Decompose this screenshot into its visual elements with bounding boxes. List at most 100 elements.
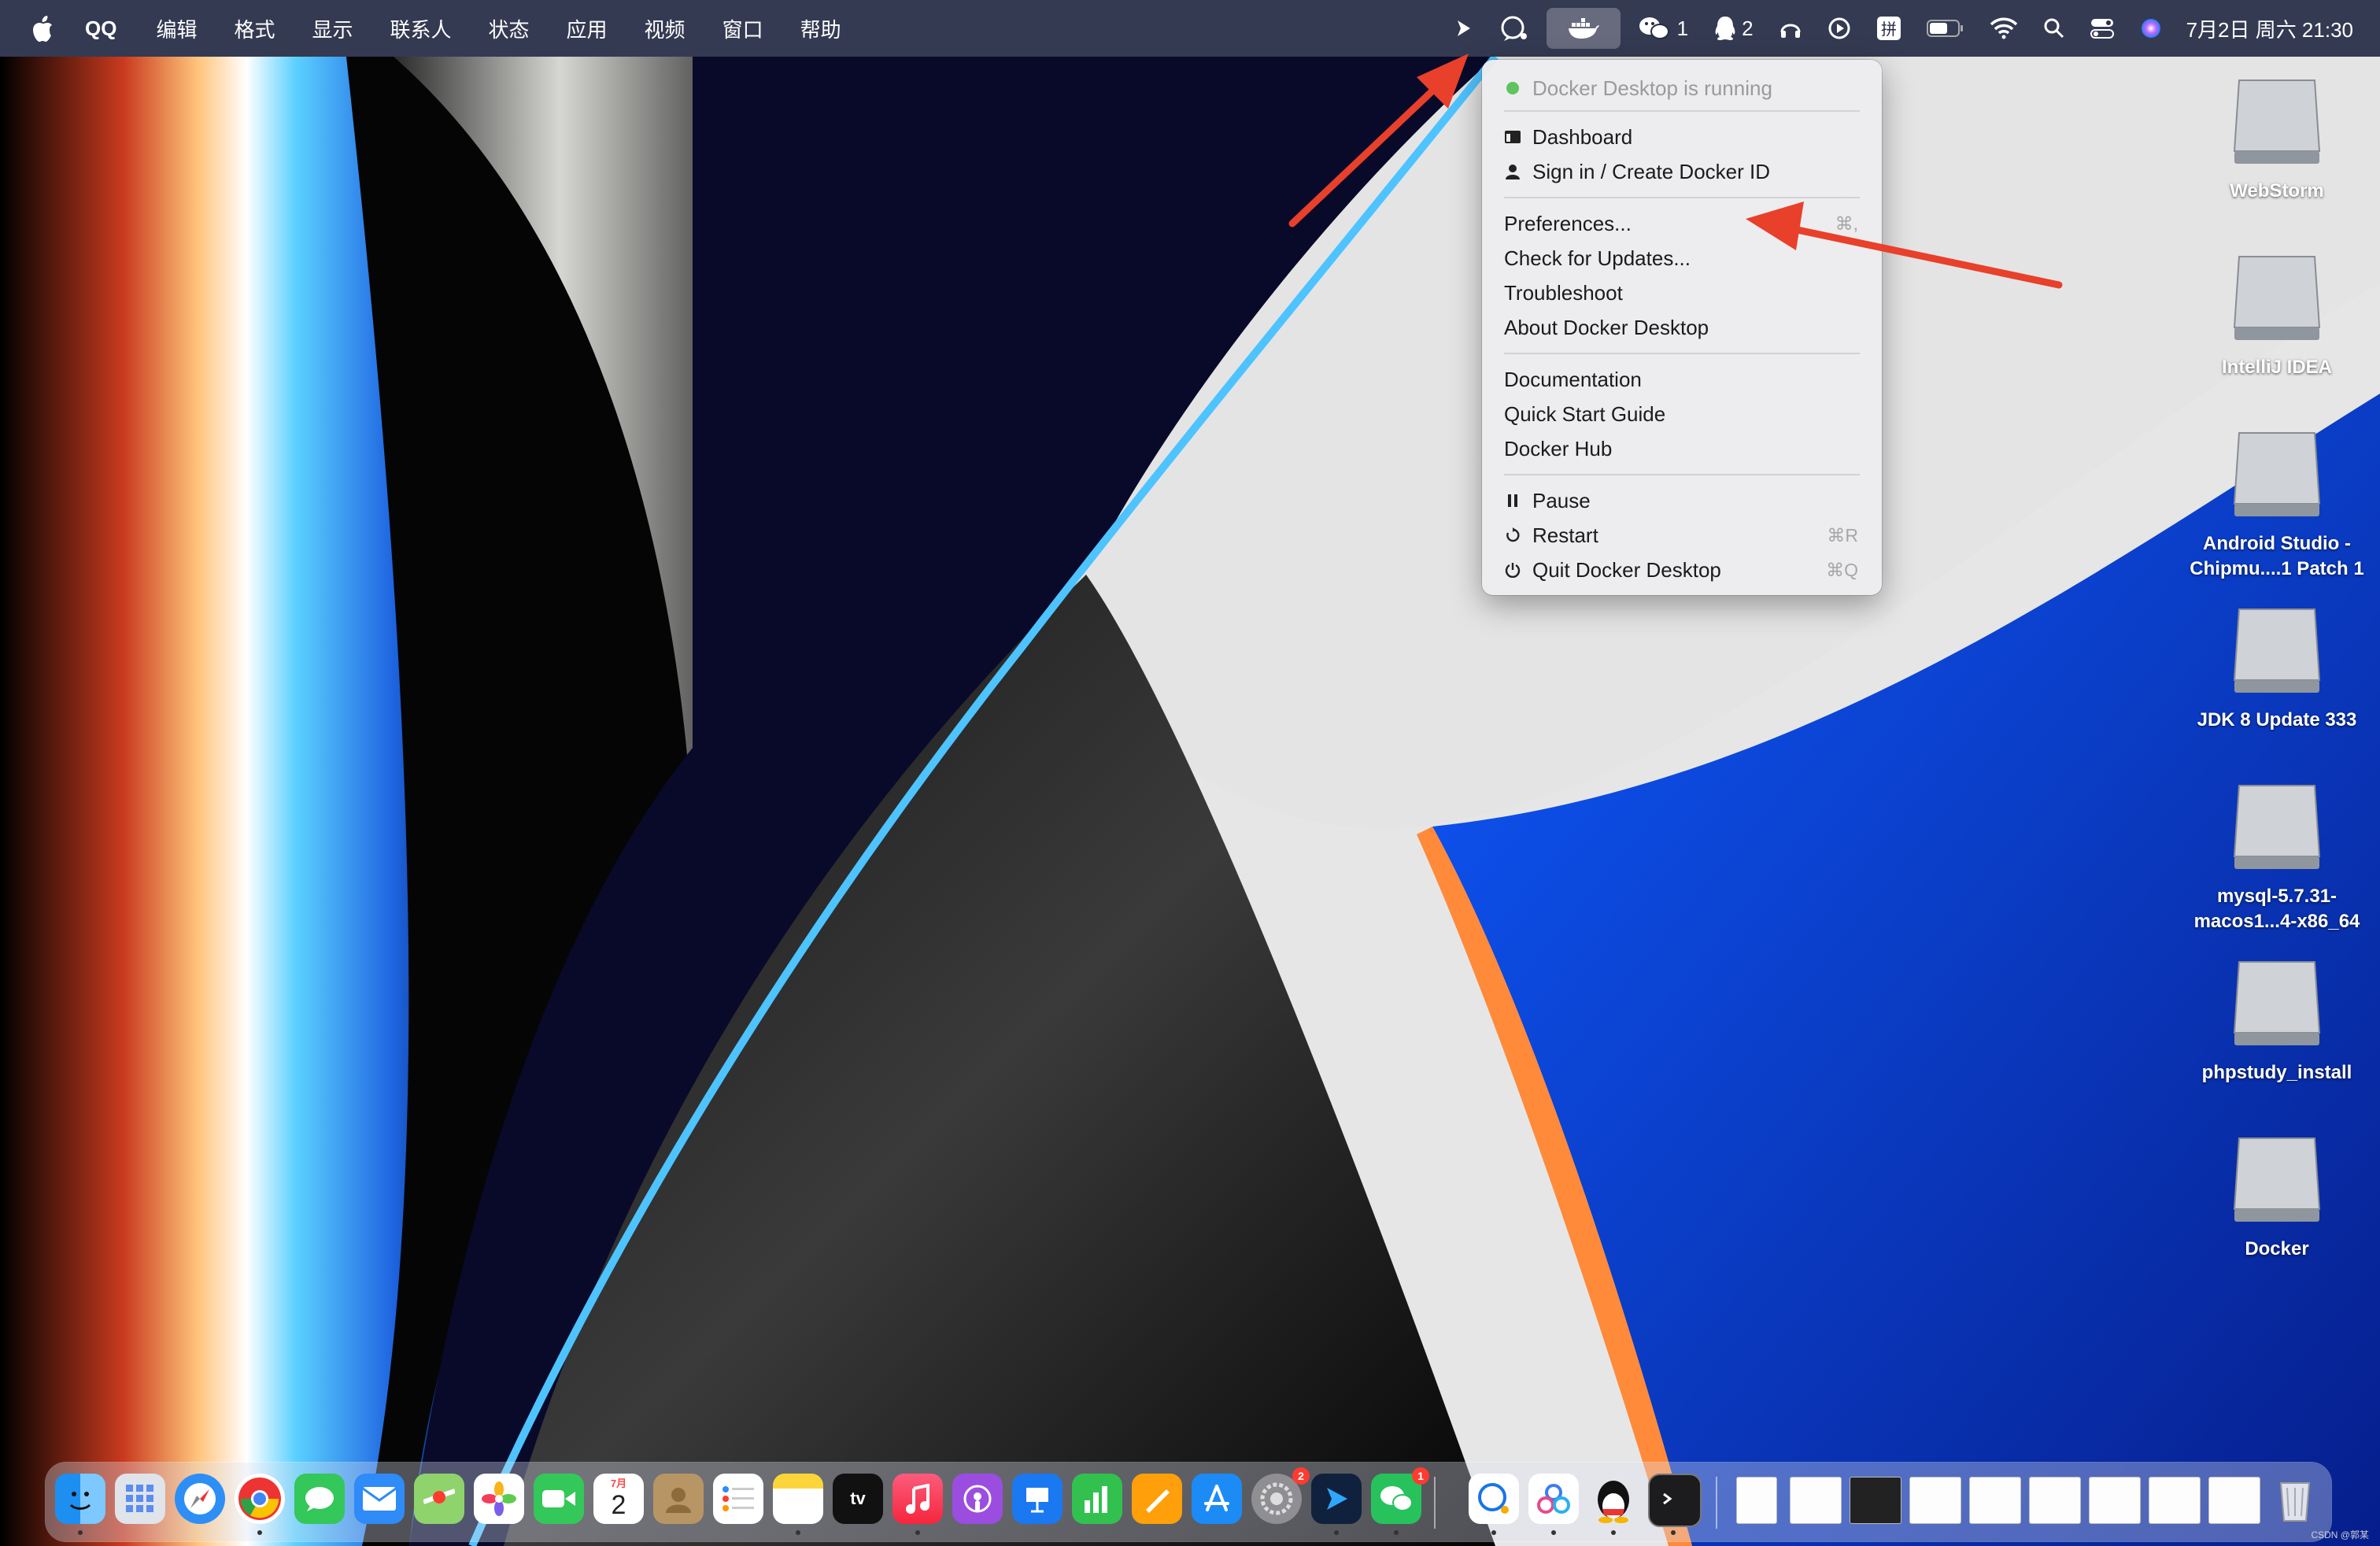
terminal-icon[interactable]	[1648, 1474, 1702, 1527]
window-thumbnail[interactable]	[1969, 1477, 2021, 1524]
window-thumbnail[interactable]	[2089, 1477, 2141, 1524]
play-circle-icon[interactable]	[1815, 0, 1864, 57]
menu-app-name[interactable]: QQ	[85, 17, 116, 41]
window-thumbnail[interactable]	[2149, 1477, 2201, 1524]
desktop-icon-label: Android Studio - Chipmu....1 Patch 1	[2190, 533, 2364, 579]
trash-icon[interactable]	[2270, 1474, 2320, 1524]
desktop-icon-intellij[interactable]: IntelliJ IDEA	[2186, 250, 2367, 380]
menu-item-check-updates[interactable]: Check for Updates...	[1482, 241, 1882, 276]
menu-window[interactable]: 窗口	[722, 14, 763, 43]
menu-item-restart[interactable]: Restart ⌘R	[1482, 518, 1882, 553]
cloud-app-icon[interactable]	[1528, 1474, 1579, 1524]
facetime-icon[interactable]	[534, 1474, 584, 1524]
menu-item-documentation[interactable]: Documentation	[1482, 362, 1882, 397]
dashboard-label: Dashboard	[1532, 124, 1633, 149]
app-store-icon[interactable]	[1192, 1474, 1242, 1524]
prompt-arrow-icon[interactable]	[1441, 0, 1487, 57]
wifi-icon[interactable]	[1977, 0, 2031, 57]
pages-icon[interactable]	[1132, 1474, 1182, 1524]
window-thumbnail[interactable]	[1909, 1477, 1961, 1524]
about-label: About Docker Desktop	[1504, 315, 1709, 339]
desktop-icon-mysql[interactable]: mysql-5.7.31-macos1...4-x86_64	[2186, 779, 2367, 934]
menu-item-quick-start[interactable]: Quick Start Guide	[1482, 397, 1882, 431]
xcode-prompt-icon[interactable]	[1311, 1474, 1362, 1524]
apple-tv-icon[interactable]: tv	[833, 1474, 883, 1524]
keynote-icon[interactable]	[1012, 1474, 1062, 1524]
battery-icon[interactable]	[1914, 0, 1977, 57]
running-indicator	[1551, 1530, 1556, 1535]
wechat-icon	[1639, 17, 1669, 39]
apple-icon[interactable]	[24, 9, 61, 47]
desktop-icon-label: JDK 8 Update 333	[2197, 709, 2357, 730]
control-center-icon[interactable]	[2078, 0, 2127, 57]
running-indicator	[1394, 1530, 1399, 1535]
menu-edit[interactable]: 编辑	[156, 14, 197, 43]
search-icon[interactable]	[2031, 0, 2078, 57]
menu-item-about[interactable]: About Docker Desktop	[1482, 310, 1882, 345]
menu-item-dashboard[interactable]: Dashboard	[1482, 120, 1882, 154]
menu-status[interactable]: 状态	[489, 14, 530, 43]
archive-file-thumbnail[interactable]	[1736, 1477, 1777, 1524]
menu-view[interactable]: 显示	[312, 14, 353, 43]
chrome-icon[interactable]	[235, 1474, 285, 1524]
qq-status-item[interactable]: 2	[1701, 0, 1765, 57]
menu-item-preferences[interactable]: Preferences... ⌘,	[1482, 206, 1882, 241]
menu-help[interactable]: 帮助	[800, 14, 841, 43]
pause-icon	[1504, 492, 1521, 509]
watermark: CSDN @郭某	[2311, 1529, 2369, 1540]
docker-menu: Docker Desktop is running Dashboard Sign…	[1482, 60, 1882, 595]
wechat-count: 1	[1676, 16, 1689, 40]
finder-icon[interactable]	[55, 1474, 105, 1524]
docker-status-row: Docker Desktop is running	[1482, 71, 1882, 105]
window-thumbnail[interactable]	[2208, 1477, 2260, 1524]
menu-item-sign-in[interactable]: Sign in / Create Docker ID	[1482, 154, 1882, 189]
desktop-icon-phpstudy[interactable]: phpstudy_install	[2186, 956, 2367, 1086]
menu-item-docker-hub[interactable]: Docker Hub	[1482, 431, 1882, 466]
preferences-label: Preferences...	[1504, 211, 1632, 235]
check-updates-label: Check for Updates...	[1504, 246, 1691, 270]
disk-image-icon	[2233, 80, 2321, 164]
headphones-icon[interactable]	[1766, 0, 1815, 57]
notes-icon[interactable]	[773, 1474, 823, 1524]
safari-icon[interactable]	[175, 1474, 225, 1524]
siri-icon[interactable]	[2127, 0, 2175, 57]
restart-shortcut: ⌘R	[1827, 524, 1858, 546]
menu-item-troubleshoot[interactable]: Troubleshoot	[1482, 276, 1882, 310]
menu-video[interactable]: 视频	[645, 14, 686, 43]
mail-icon[interactable]	[354, 1474, 405, 1524]
desktop-icon-jdk[interactable]: JDK 8 Update 333	[2186, 603, 2367, 733]
photos-icon[interactable]	[474, 1474, 524, 1524]
calendar-icon[interactable]: 7月 2	[593, 1474, 644, 1524]
running-indicator	[1611, 1530, 1616, 1535]
menu-apps[interactable]: 应用	[567, 14, 608, 43]
menu-contacts[interactable]: 联系人	[390, 14, 452, 43]
numbers-icon[interactable]	[1072, 1474, 1122, 1524]
music-icon[interactable]	[893, 1474, 943, 1524]
desktop-icon-android-studio[interactable]: Android Studio - Chipmu....1 Patch 1	[2186, 427, 2367, 582]
notification-badge: 1	[1412, 1467, 1429, 1485]
window-thumbnail[interactable]	[1850, 1477, 1901, 1524]
docker-whale-icon[interactable]	[1546, 8, 1621, 49]
menu-item-quit[interactable]: Quit Docker Desktop ⌘Q	[1482, 553, 1882, 587]
maps-icon[interactable]	[414, 1474, 464, 1524]
qq-dock-icon[interactable]	[1588, 1474, 1639, 1524]
menubar-clock[interactable]: 7月2日 周六 21:30	[2175, 14, 2380, 43]
window-thumbnail[interactable]	[1790, 1477, 1842, 1524]
menu-divider	[1504, 353, 1860, 354]
chat-app-icon[interactable]	[1469, 1474, 1519, 1524]
menu-format[interactable]: 格式	[234, 14, 275, 43]
desktop-icon-docker[interactable]: Docker	[2186, 1132, 2367, 1262]
contacts-icon[interactable]	[653, 1474, 704, 1524]
reminders-icon[interactable]	[713, 1474, 763, 1524]
window-thumbnail[interactable]	[2029, 1477, 2081, 1524]
desktop-icon-webstorm[interactable]: WebStorm	[2186, 74, 2367, 204]
dock-divider	[1716, 1477, 1717, 1529]
launchpad-icon[interactable]	[115, 1474, 165, 1524]
podcasts-icon[interactable]	[952, 1474, 1003, 1524]
wechat-status-item[interactable]: 1	[1625, 0, 1701, 57]
menu-item-pause[interactable]: Pause	[1482, 483, 1882, 518]
messages-icon[interactable]	[294, 1474, 345, 1524]
chat-bubble-icon[interactable]	[1487, 0, 1542, 57]
dock-divider	[1434, 1477, 1436, 1529]
input-method-icon[interactable]: 拼	[1864, 0, 1914, 57]
